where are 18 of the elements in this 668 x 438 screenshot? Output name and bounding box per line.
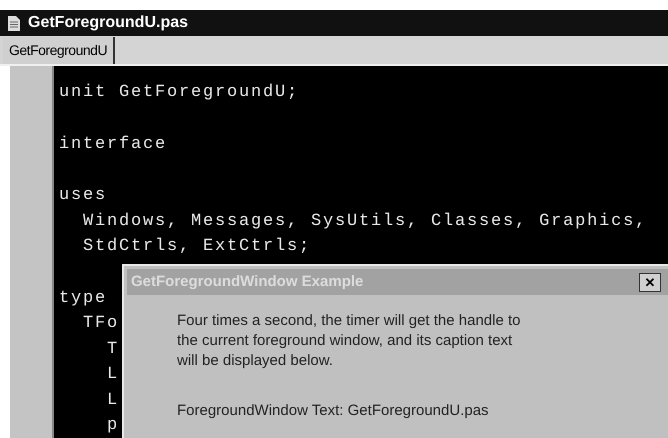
window-title: GetForegroundU.pas (28, 13, 188, 33)
code-line: unit GetForegroundU; (59, 82, 300, 104)
code-line: uses (59, 185, 108, 207)
document-icon (8, 16, 20, 30)
code-line: L (106, 364, 120, 386)
code-line: p (106, 415, 120, 437)
dialog-message: Four times a second, the timer will get the handle to the current foreground window, and its caption text will be displayed below. (177, 311, 522, 371)
close-button[interactable]: ✕ (639, 272, 661, 292)
code-line: StdCtrls, ExtCtrls; (82, 236, 312, 258)
editor-tab[interactable]: GetForegroundU (3, 37, 116, 64)
foreground-window-text: ForegroundWindow Text: GetForegroundU.pas (177, 401, 489, 421)
code-line: L (106, 390, 120, 412)
code-line: T (106, 338, 120, 360)
code-line: type (59, 288, 108, 310)
code-line: Windows, Messages, SysUtils, Classes, Graphics, (82, 210, 648, 232)
code-line: TFo (82, 313, 120, 335)
code-line: interface (59, 134, 168, 156)
dialog-title: GetForegroundWindow Example (131, 272, 364, 292)
